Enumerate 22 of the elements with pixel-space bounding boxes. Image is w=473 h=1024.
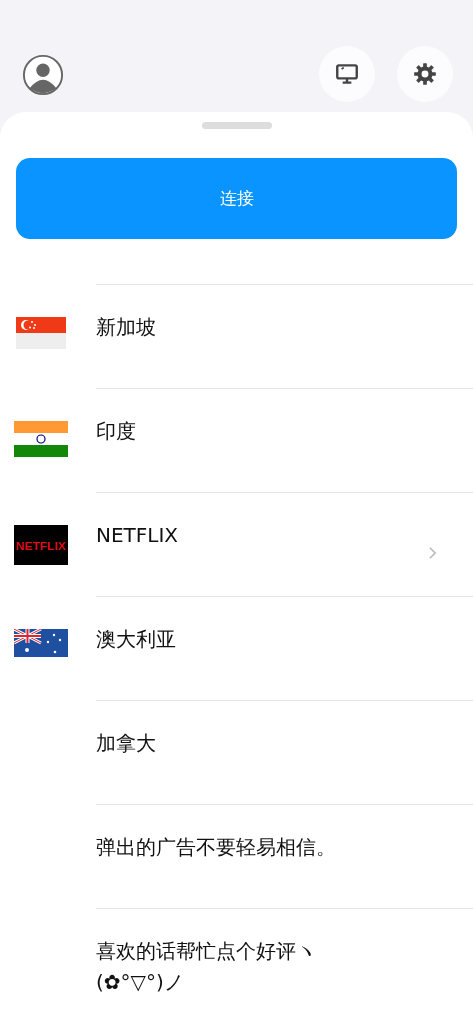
item-label: NETFLIX [96, 522, 179, 549]
item-label: 澳大利亚 [96, 626, 176, 653]
flag-icon [16, 317, 66, 349]
list-item[interactable]: 加拿大 [0, 700, 473, 804]
list-item[interactable]: 弹出的广告不要轻易相信。 [0, 804, 473, 908]
list-item[interactable]: 喜欢的话帮忙点个好评ヽ(✿°▽°)ノ [0, 908, 473, 1012]
netflix-logo: NETFLIX [14, 525, 68, 565]
item-label: 弹出的广告不要轻易相信。 [96, 834, 336, 861]
item-label: 喜欢的话帮忙点个好评ヽ(✿°▽°)ノ [96, 938, 317, 996]
list-item[interactable]: 澳大利亚 [0, 596, 473, 700]
item-label: 加拿大 [96, 730, 156, 757]
flag-icon [14, 421, 68, 457]
flag-icon [14, 629, 68, 657]
monitor-icon [334, 61, 360, 87]
item-label: 印度 [96, 418, 136, 445]
list-item[interactable]: 新加坡 [0, 284, 473, 388]
list-item[interactable]: NETFLIX NETFLIX [0, 492, 473, 596]
list-item[interactable]: 印度 [0, 388, 473, 492]
avatar-icon[interactable] [22, 54, 64, 96]
drag-handle[interactable] [201, 122, 272, 129]
item-label: 新加坡 [96, 314, 156, 341]
settings-icon [412, 61, 438, 87]
